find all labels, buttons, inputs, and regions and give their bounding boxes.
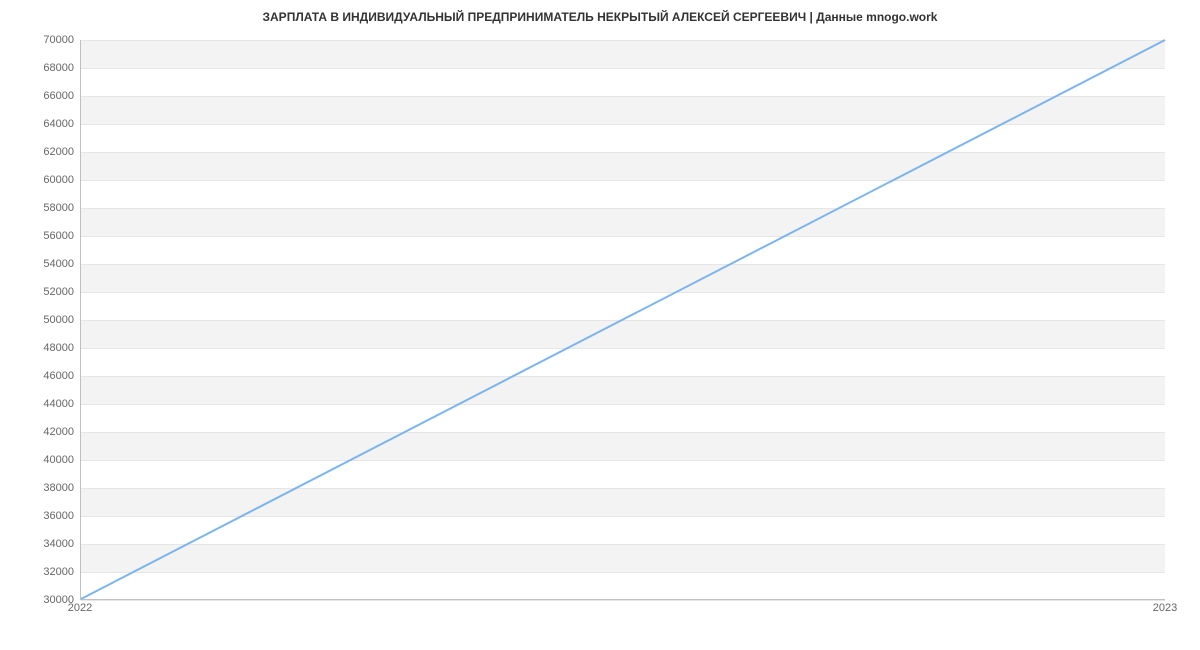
y-tick-label: 30000 <box>0 594 74 606</box>
x-axis-labels: 2022 2023 <box>80 602 1165 622</box>
y-tick-label: 38000 <box>0 482 74 494</box>
x-tick-2023: 2023 <box>1153 602 1177 614</box>
y-axis-labels: 3000032000340003600038000400004200044000… <box>0 40 74 600</box>
chart-title: ЗАРПЛАТА В ИНДИВИДУАЛЬНЫЙ ПРЕДПРИНИМАТЕЛ… <box>0 10 1200 24</box>
y-tick-label: 70000 <box>0 34 74 46</box>
y-tick-label: 46000 <box>0 370 74 382</box>
y-tick-label: 64000 <box>0 118 74 130</box>
y-tick-label: 44000 <box>0 398 74 410</box>
y-tick-label: 34000 <box>0 538 74 550</box>
x-tick-2022: 2022 <box>68 602 92 614</box>
y-tick-label: 50000 <box>0 314 74 326</box>
y-tick-label: 58000 <box>0 202 74 214</box>
y-tick-label: 66000 <box>0 90 74 102</box>
data-line <box>81 40 1165 599</box>
series-line <box>81 40 1165 599</box>
y-tick-label: 48000 <box>0 342 74 354</box>
plot-area <box>80 40 1165 600</box>
y-tick-label: 68000 <box>0 62 74 74</box>
y-tick-label: 52000 <box>0 286 74 298</box>
y-tick-label: 40000 <box>0 454 74 466</box>
y-tick-label: 56000 <box>0 230 74 242</box>
y-tick-label: 42000 <box>0 426 74 438</box>
y-tick-label: 62000 <box>0 146 74 158</box>
y-tick-label: 54000 <box>0 258 74 270</box>
y-tick-label: 60000 <box>0 174 74 186</box>
y-tick-label: 36000 <box>0 510 74 522</box>
grid-line <box>81 600 1165 601</box>
chart-container: ЗАРПЛАТА В ИНДИВИДУАЛЬНЫЙ ПРЕДПРИНИМАТЕЛ… <box>0 0 1200 650</box>
y-tick-label: 32000 <box>0 566 74 578</box>
